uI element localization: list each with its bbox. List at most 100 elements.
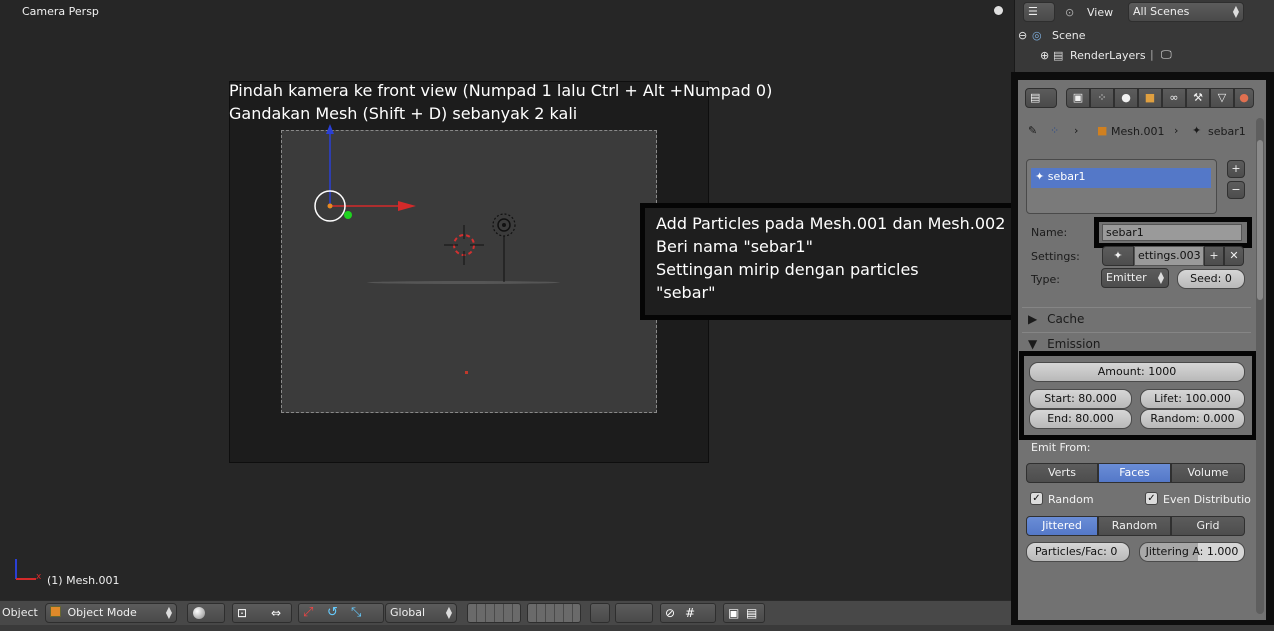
lifetime-field[interactable]: Lifet: 100.000 — [1140, 389, 1245, 409]
layer-lock-icon[interactable] — [590, 603, 610, 623]
layers-grid-2[interactable] — [527, 603, 581, 623]
orientation-select[interactable]: Global ▲ ▼ — [385, 603, 457, 623]
tree-scene[interactable]: Scene — [1052, 29, 1086, 42]
material-tab-icon[interactable]: ● — [1234, 88, 1254, 108]
dist-grid-button[interactable]: Grid — [1171, 516, 1245, 536]
render-tab-icon[interactable]: ▣ — [1066, 88, 1090, 108]
origin-point — [465, 371, 468, 374]
emit-verts-button[interactable]: Verts — [1026, 463, 1098, 483]
particles-per-face-field[interactable]: Particles/Fac: 0 — [1026, 542, 1130, 562]
name-label: Name: — [1031, 226, 1068, 239]
3d-cursor-icon[interactable] — [444, 225, 484, 265]
data-tab-icon[interactable]: ▽ — [1210, 88, 1234, 108]
menu-object[interactable]: Object — [2, 606, 38, 619]
shading-select[interactable] — [187, 603, 225, 623]
sparkle-icon: ✦ — [1035, 170, 1045, 183]
random-checkbox-label: Random — [1048, 493, 1094, 506]
properties-type-select[interactable]: ▤ — [1025, 88, 1057, 108]
layers-grid-1[interactable] — [467, 603, 521, 623]
breadcrumb-particles[interactable]: sebar1 — [1208, 125, 1246, 138]
proportional-edit-icon[interactable] — [615, 603, 653, 623]
editor-type-select[interactable]: ☰ — [1023, 2, 1055, 22]
type-select[interactable]: Emitter ▲ ▼ — [1101, 268, 1169, 288]
renderlayers-icon: ▤ — [1053, 49, 1064, 62]
view-name: Camera Persp — [22, 5, 99, 18]
manipulator-buttons[interactable]: ⤢ ↺ ⤡ — [298, 603, 384, 623]
pivot-select[interactable]: ⊡ ⇔ — [232, 603, 292, 623]
remove-slot-button[interactable]: − — [1227, 181, 1245, 199]
object-tab-icon[interactable]: ■ — [1138, 88, 1162, 108]
dist-random-button[interactable]: Random — [1098, 516, 1171, 536]
mode-select[interactable]: Object Mode ▲ ▼ — [45, 603, 177, 623]
amount-field[interactable]: Amount: 1000 — [1029, 362, 1245, 382]
add-slot-button[interactable]: + — [1227, 160, 1245, 178]
magnet-icon: ⊘ — [665, 606, 676, 620]
list-item[interactable]: ✦ sebar1 — [1031, 168, 1211, 188]
lamp-icon[interactable] — [488, 210, 520, 284]
scrollbar-thumb[interactable] — [1257, 140, 1263, 300]
even-distribution-label: Even Distributio — [1163, 493, 1251, 506]
outliner[interactable]: ☰ ⊙ View All Scenes ▲ ▼ ⊖ ◎ Scene ⊕ ▤ Ren… — [1014, 0, 1274, 72]
random-lifetime-field[interactable]: Random: 0.000 — [1140, 409, 1245, 429]
emit-volume-button[interactable]: Volume — [1171, 463, 1245, 483]
separator: | — [1150, 48, 1154, 61]
updown-icon: ▲ ▼ — [445, 605, 452, 620]
type-label: Type: — [1031, 273, 1060, 286]
render-layer-icon: 🖵 — [1161, 48, 1172, 61]
3d-viewport[interactable]: Camera Persp Pindah kamera ke front view… — [0, 0, 1014, 600]
layers-tab-icon[interactable]: ⁘ — [1090, 88, 1114, 108]
even-distribution-checkbox[interactable]: ✓ — [1145, 492, 1158, 505]
properties-icon: ▤ — [1030, 91, 1041, 104]
transform-gizmo-icon[interactable] — [300, 120, 430, 230]
viewport-corner-icon[interactable] — [994, 6, 1003, 15]
updown-icon: ▲ ▼ — [1232, 4, 1239, 19]
constraints-tab-icon[interactable]: ∞ — [1162, 88, 1186, 108]
expand-icon[interactable]: ⊕ — [1040, 49, 1049, 62]
ground-plane — [367, 281, 560, 284]
start-field[interactable]: Start: 80.000 — [1029, 389, 1132, 409]
cache-panel-title: Cache — [1047, 312, 1085, 326]
active-object-label: (1) Mesh.001 — [47, 574, 120, 587]
translate-icon[interactable]: ⤢ — [303, 605, 313, 620]
random-checkbox[interactable]: ✓ — [1030, 492, 1043, 505]
breadcrumb-mesh[interactable]: Mesh.001 — [1111, 125, 1164, 138]
snap-grid-icon: # — [685, 606, 696, 620]
updown-icon: ▲ ▼ — [165, 605, 172, 620]
breadcrumb-arrow-icon: › — [1074, 124, 1079, 137]
orientation-value: Global — [390, 606, 426, 619]
world-tab-icon[interactable]: ● — [1114, 88, 1138, 108]
end-field[interactable]: End: 80.000 — [1029, 409, 1132, 429]
name-field[interactable]: sebar1 — [1102, 224, 1242, 241]
modifiers-tab-icon[interactable]: ⚒ — [1186, 88, 1210, 108]
jittering-amount-field[interactable]: Jittering A: 1.000 — [1139, 542, 1245, 562]
annotation-right: Add Particles pada Mesh.001 dan Mesh.002… — [656, 212, 1005, 304]
cache-panel-header[interactable]: ▶ Cache — [1022, 307, 1251, 329]
sparkle-icon[interactable]: ✦ — [1102, 246, 1134, 266]
seed-field[interactable]: Seed: 0 — [1177, 269, 1245, 289]
pin-icon[interactable]: ✎ — [1028, 124, 1037, 137]
rotate-icon[interactable]: ↺ — [327, 605, 338, 620]
view-menu[interactable]: View — [1087, 6, 1113, 19]
settings-field[interactable]: ettings.003 — [1134, 246, 1204, 266]
snap-icon[interactable]: ⊘ # — [660, 603, 716, 623]
dist-jittered-button[interactable]: Jittered — [1026, 516, 1098, 536]
cube-icon — [50, 606, 61, 617]
new-settings-button[interactable]: + — [1204, 246, 1224, 266]
mode-select-value: Object Mode — [67, 606, 137, 619]
render-buttons[interactable]: ▣ ▤ — [723, 603, 765, 623]
scenes-select[interactable]: All Scenes ▲ ▼ — [1128, 2, 1244, 22]
scale-icon[interactable]: ⤡ — [351, 605, 361, 620]
scene-icon: ◎ — [1032, 29, 1042, 42]
collapse-icon[interactable]: ⊖ — [1018, 29, 1027, 42]
annotation-line-2: Gandakan Mesh (Shift + D) sebanyak 2 kal… — [229, 104, 578, 123]
sparkle-icon: ✦ — [1192, 124, 1202, 137]
bottom-strip — [0, 625, 1274, 631]
emit-faces-button[interactable]: Faces — [1098, 463, 1171, 483]
annotation-right-line-1: Add Particles pada Mesh.001 dan Mesh.002 — [656, 214, 1006, 233]
scenes-select-value: All Scenes — [1133, 5, 1190, 18]
filter-icon[interactable]: ⊙ — [1065, 6, 1074, 19]
type-select-value: Emitter — [1106, 271, 1147, 284]
particles-context-icon: ⁘ — [1050, 124, 1060, 137]
unlink-settings-button[interactable]: ✕ — [1224, 246, 1244, 266]
tree-renderlayers[interactable]: RenderLayers — [1070, 49, 1146, 62]
